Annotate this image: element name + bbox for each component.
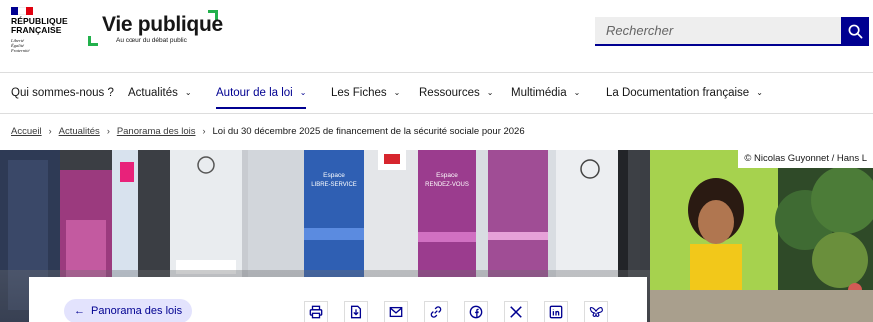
site-header: RÉPUBLIQUE FRANÇAISE Liberté Égalité Fra…	[0, 0, 873, 72]
nav-item-qui-sommes-nous[interactable]: Qui sommes-nous ?	[11, 73, 114, 113]
chevron-right-icon: ›	[106, 126, 110, 136]
nav-item-ressources[interactable]: Ressources ⌄	[419, 73, 493, 113]
nav-item-documentation-francaise[interactable]: La Documentation française ⌄	[606, 73, 763, 113]
republique-francaise-text: RÉPUBLIQUE FRANÇAISE	[11, 16, 68, 35]
download-button[interactable]	[344, 301, 368, 322]
site-tagline: Au cœur du débat public	[116, 37, 187, 44]
chevron-down-icon: ⌄	[573, 87, 581, 97]
mail-icon	[389, 306, 403, 318]
nav-item-label: Les Fiches	[331, 87, 387, 99]
vie-publique-logo[interactable]: Vie publique Au cœur du débat public	[88, 10, 228, 50]
email-share-button[interactable]	[384, 301, 408, 322]
nav-item-label: Qui sommes-nous ?	[11, 87, 114, 99]
linkedin-share-button[interactable]	[544, 301, 568, 322]
x-share-button[interactable]	[504, 301, 528, 322]
logo-bracket-icon	[88, 36, 98, 46]
site-title: Vie publique	[102, 13, 223, 36]
nav-item-autour-de-la-loi[interactable]: Autour de la loi ⌄	[216, 73, 307, 113]
arrow-left-icon: ←	[74, 305, 85, 317]
nav-item-multimedia[interactable]: Multimédia ⌄	[511, 73, 580, 113]
nav-item-actualites[interactable]: Actualités ⌄	[128, 73, 192, 113]
link-icon	[430, 306, 442, 318]
nav-item-label: Multimédia	[511, 87, 567, 99]
search-input[interactable]	[595, 17, 841, 46]
bluesky-share-button[interactable]	[584, 301, 608, 322]
breadcrumb: Accueil › Actualités › Panorama des lois…	[11, 124, 525, 138]
sign-rendez-vous-line2: RENDEZ-VOUS	[425, 182, 469, 188]
linkedin-icon	[549, 305, 563, 319]
breadcrumb-link-panorama[interactable]: Panorama des lois	[117, 126, 196, 137]
nav-item-les-fiches[interactable]: Les Fiches ⌄	[331, 73, 400, 113]
sign-libre-service-line2: LIBRE-SERVICE	[311, 182, 357, 188]
nav-item-label: Autour de la loi	[216, 87, 293, 99]
chevron-down-icon: ⌄	[393, 87, 401, 97]
search-bar	[595, 17, 869, 46]
facebook-icon	[469, 305, 483, 319]
back-button-label: Panorama des lois	[91, 305, 183, 317]
bluesky-icon	[589, 306, 603, 317]
nav-item-label: Ressources	[419, 87, 480, 99]
nav-item-label: Actualités	[128, 87, 178, 99]
main-navigation: Qui sommes-nous ? Actualités ⌄ Autour de …	[0, 73, 873, 113]
print-button[interactable]	[304, 301, 328, 322]
republique-francaise-logo[interactable]: RÉPUBLIQUE FRANÇAISE Liberté Égalité Fra…	[11, 7, 68, 53]
download-icon	[350, 305, 362, 319]
chevron-down-icon: ⌄	[486, 87, 494, 97]
sign-rendez-vous-line1: Espace	[436, 172, 458, 179]
article-toolbar-card: ← Panorama des lois	[29, 277, 647, 322]
nav-divider	[0, 113, 873, 114]
photo-credit: © Nicolas Guyonnet / Hans L	[738, 150, 873, 168]
search-icon	[848, 24, 862, 39]
copy-link-button[interactable]	[424, 301, 448, 322]
devise-text: Liberté Égalité Fraternité	[11, 38, 30, 53]
chevron-right-icon: ›	[48, 126, 52, 136]
facebook-share-button[interactable]	[464, 301, 488, 322]
chevron-down-icon: ⌄	[184, 87, 192, 97]
sign-libre-service-line1: Espace	[323, 172, 345, 179]
chevron-down-icon: ⌄	[756, 87, 763, 97]
breadcrumb-link-accueil[interactable]: Accueil	[11, 126, 42, 137]
print-icon	[309, 305, 323, 319]
flag-icon	[11, 7, 33, 15]
breadcrumb-link-actualites[interactable]: Actualités	[59, 126, 100, 137]
breadcrumb-current: Loi du 30 décembre 2025 de financement d…	[212, 125, 525, 137]
x-icon	[510, 306, 522, 318]
chevron-down-icon: ⌄	[299, 87, 307, 97]
search-button[interactable]	[841, 17, 869, 46]
back-to-panorama-button[interactable]: ← Panorama des lois	[64, 299, 193, 322]
chevron-right-icon: ›	[202, 126, 206, 136]
nav-item-label: La Documentation française	[606, 87, 750, 99]
